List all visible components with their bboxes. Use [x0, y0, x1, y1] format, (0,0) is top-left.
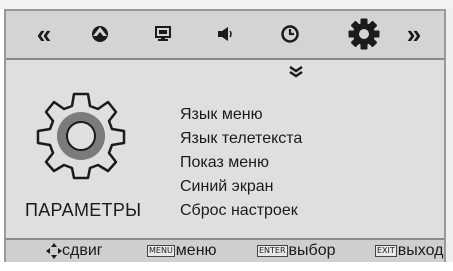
top-cropped-heading: [0, 0, 453, 9]
hint-select: ENTER выбор: [257, 242, 336, 260]
menu-item-menu-display[interactable]: Показ меню: [180, 151, 302, 175]
prev-arrow-icon: «: [36, 19, 52, 49]
gear-icon: [348, 18, 380, 50]
hint-label: выбор: [288, 242, 336, 259]
settings-menu-list: Язык меню Язык телетекста Показ меню Син…: [180, 103, 302, 223]
speaker-icon: [218, 27, 232, 41]
settings-gear-large-icon: [36, 92, 126, 180]
pc-monitor-icon: [155, 26, 171, 41]
chevron-down-icon[interactable]: [289, 66, 303, 78]
pc-menu-button[interactable]: [147, 19, 179, 49]
audio-menu-button[interactable]: [210, 19, 242, 49]
hint-label: меню: [175, 242, 217, 259]
settings-panel: ПАРАМЕТРЫ Язык меню Язык телетекста Пока…: [6, 60, 444, 238]
hint-label: выход: [397, 242, 444, 259]
next-arrow-icon: »: [406, 19, 422, 49]
menu-item-reset-settings[interactable]: Сброс настроек: [180, 199, 302, 223]
osd-menu-window: « » ПАРАМЕТРЫ Язык меню Язык телетекста …: [4, 9, 446, 262]
key-hint-bar: сдвиг MENU меню ENTER выбор EXIT выход: [6, 238, 444, 262]
hint-label: сдвиг: [62, 242, 103, 259]
clock-icon: [281, 25, 299, 43]
picture-menu-button[interactable]: [84, 19, 116, 49]
hint-exit: EXIT выход: [375, 242, 443, 260]
menu-item-menu-language[interactable]: Язык меню: [180, 103, 302, 127]
icon-bar: « »: [6, 11, 444, 60]
hint-move: сдвиг: [46, 242, 103, 260]
enter-key-badge: ENTER: [257, 245, 288, 257]
timer-menu-button[interactable]: [274, 19, 306, 49]
exit-key-badge: EXIT: [375, 245, 397, 257]
menu-key-badge: MENU: [147, 245, 175, 257]
menu-item-blue-screen[interactable]: Синий экран: [180, 175, 302, 199]
next-page-button[interactable]: »: [398, 19, 430, 49]
settings-menu-button[interactable]: [346, 15, 382, 53]
picture-icon: [92, 26, 108, 42]
section-title: ПАРАМЕТРЫ: [25, 200, 142, 220]
dpad-arrows-icon: [46, 243, 62, 259]
prev-page-button[interactable]: «: [28, 19, 60, 49]
right-edge: [446, 9, 453, 262]
menu-item-teletext-language[interactable]: Язык телетекста: [180, 127, 302, 151]
hint-menu: MENU меню: [147, 242, 217, 260]
